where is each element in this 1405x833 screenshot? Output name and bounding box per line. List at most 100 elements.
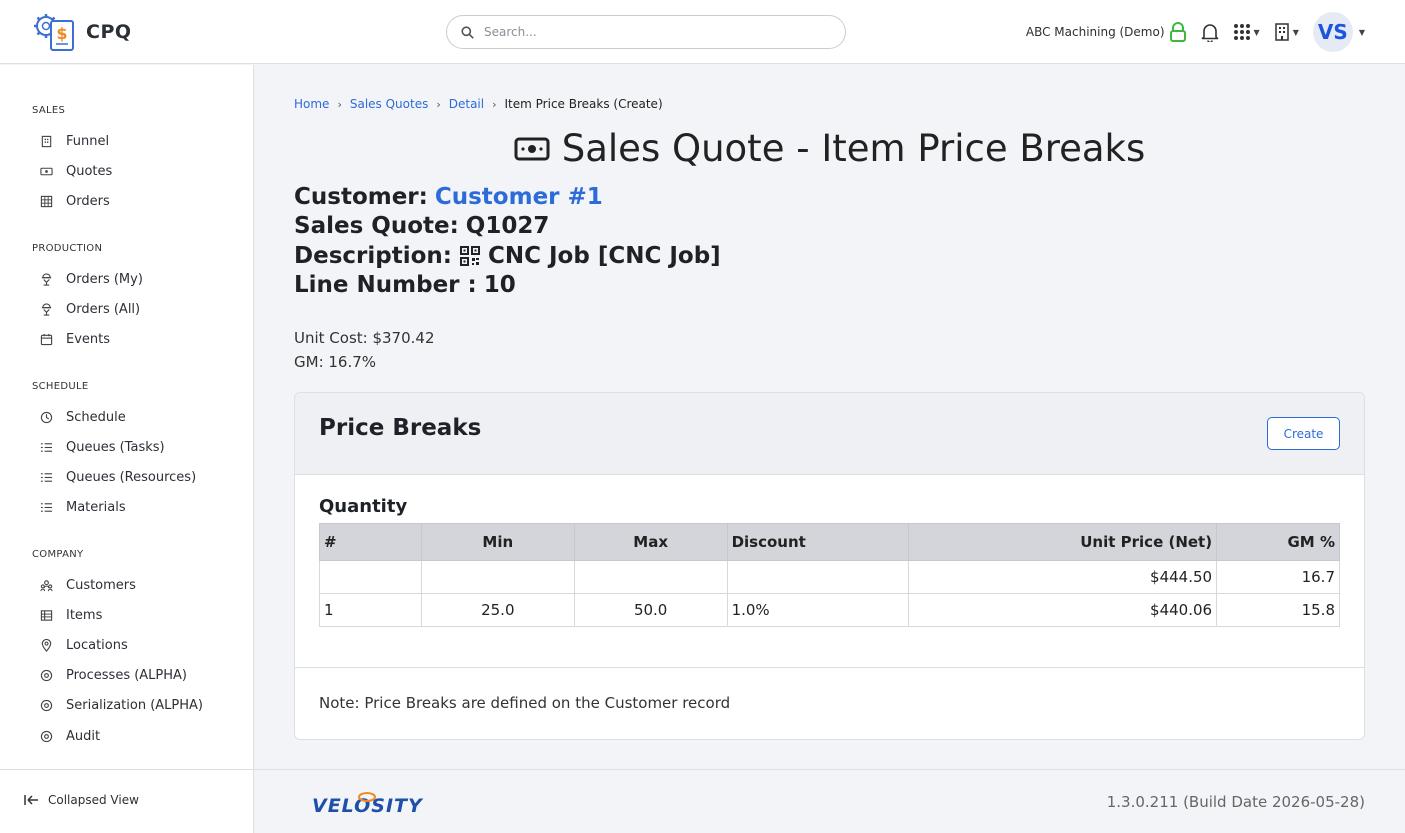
velosity-logo-icon: VELOSITY [312,792,424,817]
money-icon [514,137,550,160]
line-number-line: Line Number : 10 [294,272,516,298]
grid-icon [40,195,53,207]
cpq-logo-icon: $ [34,14,74,51]
cell-unit-price: $440.06 [908,593,1218,627]
sidebar-item-quotes[interactable]: Quotes [40,160,112,182]
sidebar-item-label: Funnel [66,133,110,149]
lock-icon[interactable] [1169,22,1187,42]
quantity-heading: Quantity [319,496,408,517]
sidebar-item-materials[interactable]: Materials [40,496,126,518]
app-name: CPQ [86,21,132,43]
brand[interactable]: $ CPQ [32,12,132,52]
breadcrumb-current: Item Price Breaks (Create) [504,97,663,111]
header-actions: ABC Machining (Demo) ▼ ▼ VS ▼ [1026,12,1365,52]
column-header-unit-price: Unit Price (Net) [908,523,1218,561]
search-icon [461,25,474,39]
breadcrumb-home[interactable]: Home [294,97,329,111]
sidebar-item-label: Orders (My) [66,271,143,287]
items-icon [40,609,53,621]
sidebar-item-customers[interactable]: Customers [40,574,136,596]
column-header-min: Min [420,523,575,561]
search-box[interactable] [446,15,846,49]
price-breaks-card: Price Breaks Create Quantity # Min Max D… [294,392,1365,740]
sidebar-item-processes[interactable]: Processes (ALPHA) [40,664,187,686]
sales-quote-label: Sales Quote: [294,213,459,239]
sidebar-item-label: Orders (All) [66,301,141,317]
chevron-right-icon: › [492,97,497,111]
sidebar-item-audit[interactable]: Audit [40,725,100,747]
breadcrumb-detail[interactable]: Detail [449,97,484,111]
customer-link[interactable]: Customer #1 [435,184,603,210]
price-breaks-title: Price Breaks [319,415,482,441]
create-button[interactable]: Create [1267,417,1340,450]
breadcrumb: Home › Sales Quotes › Detail › Item Pric… [294,97,663,111]
sidebar-section-production: PRODUCTION [32,243,103,254]
cell-discount: 1.0% [726,593,910,627]
collapse-view-label: Collapsed View [48,793,139,807]
worker-icon [41,302,52,316]
sidebar-item-items[interactable]: Items [40,604,102,626]
building-icon [1274,23,1289,41]
column-header-discount: Discount [726,523,910,561]
sidebar-item-serialization[interactable]: Serialization (ALPHA) [40,694,203,716]
line-number-value: 10 [483,272,516,298]
worker-icon [41,272,52,286]
qr-code-icon [459,246,480,266]
list-icon [40,442,53,452]
people-icon [40,579,53,591]
sales-quote-line: Sales Quote: Q1027 [294,213,549,239]
calendar-icon [40,333,53,345]
price-breaks-footer: Note: Price Breaks are defined on the Cu… [295,667,1364,739]
avatar: VS [1312,12,1353,52]
sidebar-item-schedule[interactable]: Schedule [40,406,126,428]
collapse-view-button[interactable]: Collapsed View [24,793,139,807]
top-bar: $ CPQ ABC Machining (Demo) [0,0,1405,64]
tenant-name[interactable]: ABC Machining (Demo) [1026,25,1165,39]
sidebar-item-orders-all[interactable]: Orders (All) [40,298,140,320]
sidebar-section-company: COMPANY [32,549,84,560]
cell-unit-price: $444.50 [908,560,1218,594]
sidebar-item-label: Locations [66,637,128,653]
table-row: 1 25.0 50.0 1.0% $440.06 15.8 [319,593,1340,627]
sidebar-item-funnel[interactable]: Funnel [40,130,109,152]
sidebar-item-events[interactable]: Events [40,328,110,350]
page-footer: VELOSITY 1.3.0.211 (Build Date 2026-05-2… [254,769,1405,833]
sidebar-item-label: Schedule [66,409,126,425]
sidebar-item-label: Queues (Tasks) [66,439,165,455]
velosity-logo: VELOSITY [310,788,440,822]
apps-grid-icon [1233,24,1250,40]
cell-gm: 15.8 [1216,593,1340,627]
customer-label: Customer: [294,184,428,210]
collapse-left-icon [24,795,38,805]
sidebar-item-label: Events [66,331,111,347]
sidebar-item-label: Materials [66,499,126,515]
breadcrumb-sales-quotes[interactable]: Sales Quotes [350,97,429,111]
sidebar-item-locations[interactable]: Locations [40,634,128,656]
description-label: Description: [294,243,452,269]
price-breaks-table: # Min Max Discount Unit Price (Net) GM %… [319,523,1340,627]
sidebar-item-label: Processes (ALPHA) [66,667,188,683]
sales-quote-value: Q1027 [465,213,550,239]
sidebar-item-label: Queues (Resources) [66,469,197,485]
price-breaks-header: Price Breaks Create [295,393,1364,475]
sidebar-item-orders-my[interactable]: Orders (My) [40,268,143,290]
search-input[interactable] [484,25,824,39]
gear-badge-icon [40,669,53,681]
unit-cost: Unit Cost: $370.42 [294,329,435,347]
sidebar-footer: Collapsed View [0,769,253,833]
sidebar-item-queues-tasks[interactable]: Queues (Tasks) [40,436,165,458]
user-menu-button[interactable]: VS ▼ [1312,12,1365,52]
sidebar-item-orders[interactable]: Orders [40,190,110,212]
money-icon [40,167,53,175]
table-row: $444.50 16.7 [319,560,1340,594]
company-menu-button[interactable]: ▼ [1274,23,1299,41]
velosity-wordmark: VELOSITY [312,795,424,817]
sidebar-item-queues-resources[interactable]: Queues (Resources) [40,466,196,488]
cell-gm: 16.7 [1216,560,1340,594]
building-icon [41,135,52,147]
notifications-button[interactable] [1201,22,1219,42]
description-line: Description: CNC Job [CNC Job] [294,243,721,269]
sidebar: SALES Funnel Quotes Orders PRODUCTION Or… [0,65,254,833]
apps-menu-button[interactable]: ▼ [1233,23,1260,41]
sidebar-item-label: Items [66,607,103,623]
